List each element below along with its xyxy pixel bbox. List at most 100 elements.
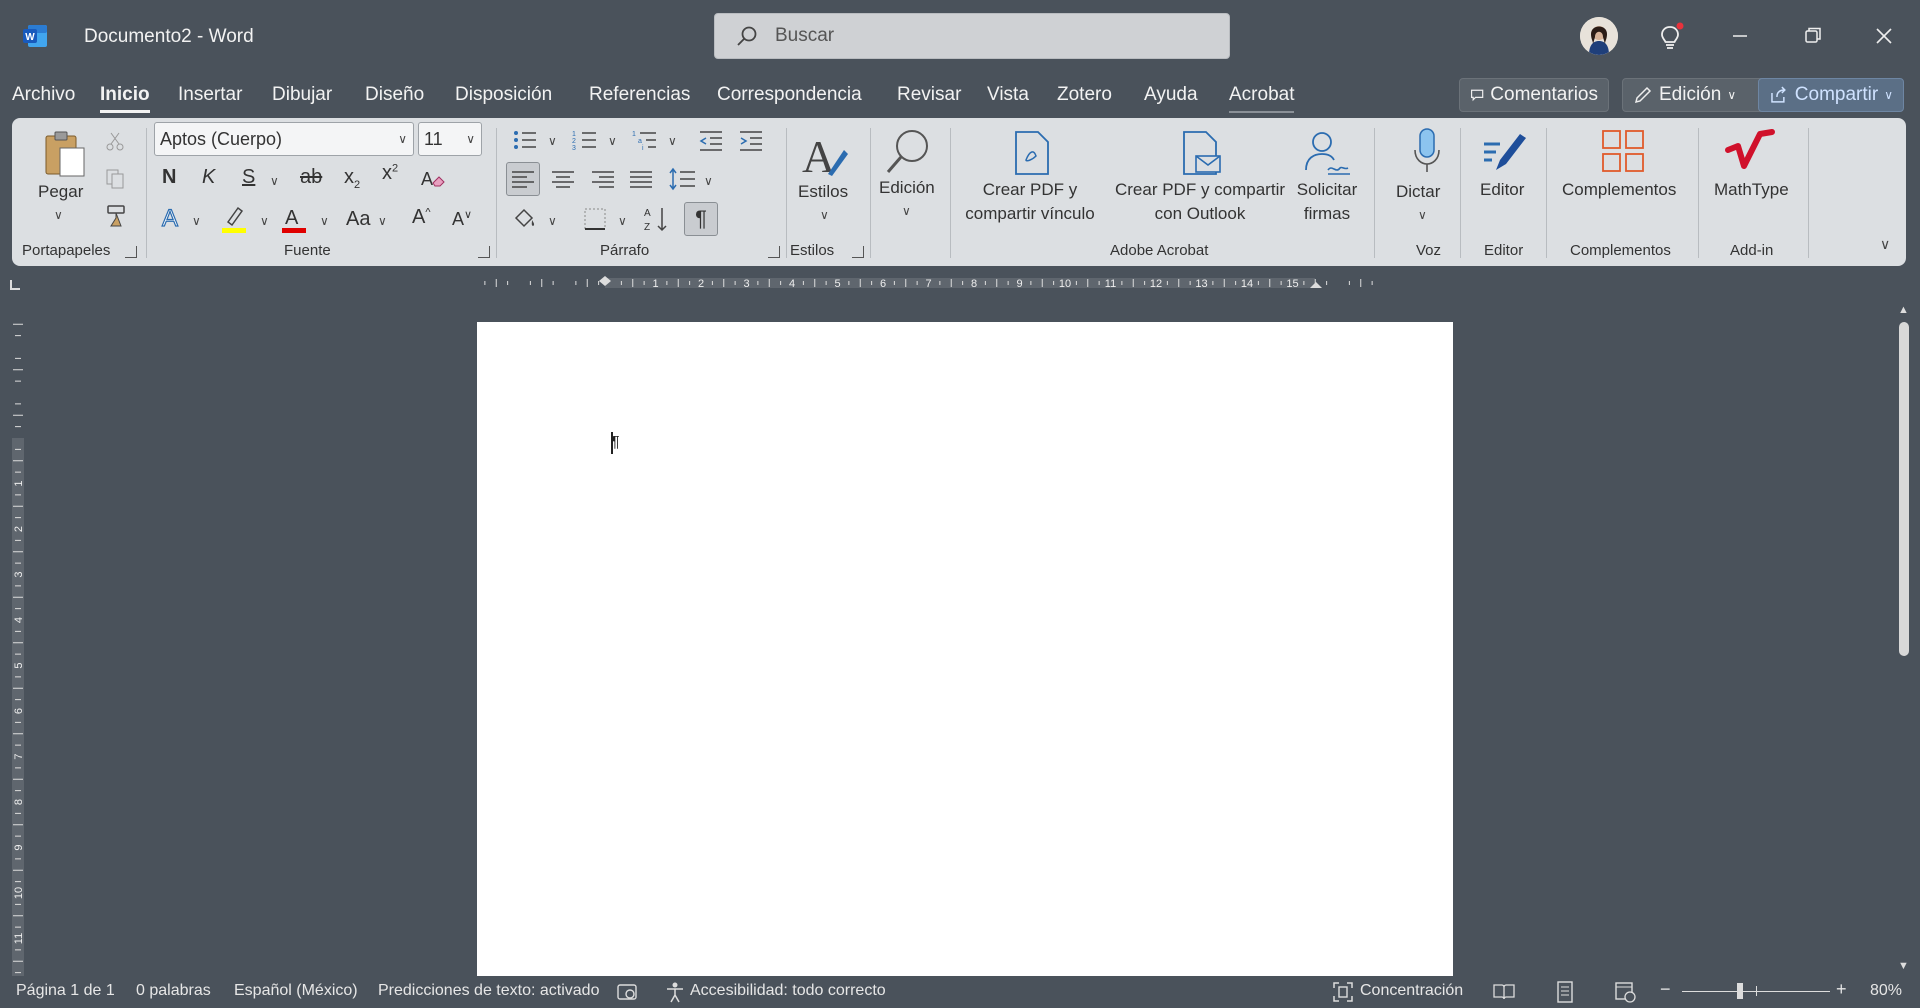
scroll-down-icon[interactable]: ▼: [1898, 960, 1909, 972]
language-status[interactable]: Español (México): [234, 982, 358, 1000]
cut-icon[interactable]: [104, 130, 126, 152]
styles-launcher-icon[interactable]: [852, 246, 864, 258]
tab-zotero[interactable]: Zotero: [1057, 84, 1112, 106]
shrink-font-icon[interactable]: A∨: [452, 208, 472, 230]
tab-vista[interactable]: Vista: [987, 84, 1029, 106]
editing-button-label[interactable]: Edición: [879, 176, 935, 200]
underline-button[interactable]: S: [242, 166, 255, 189]
styles-icon[interactable]: A: [800, 130, 850, 182]
highlight-chevron-icon[interactable]: ∨: [260, 214, 269, 228]
zoom-out-icon[interactable]: −: [1660, 979, 1671, 1000]
read-mode-icon[interactable]: [1492, 982, 1516, 1002]
bullets-icon[interactable]: [512, 128, 538, 152]
tab-insertar[interactable]: Insertar: [178, 84, 242, 106]
minimize-icon[interactable]: [1720, 18, 1760, 54]
comments-button[interactable]: Comentarios: [1459, 78, 1609, 112]
align-right-icon[interactable]: [588, 164, 618, 194]
print-layout-icon[interactable]: [1554, 981, 1576, 1003]
font-color-icon[interactable]: A: [280, 204, 308, 234]
multilevel-list-icon[interactable]: 1ai: [632, 128, 658, 152]
subscript-icon[interactable]: x2: [344, 166, 360, 191]
borders-chevron-icon[interactable]: ∨: [618, 214, 627, 228]
font-launcher-icon[interactable]: [478, 246, 490, 258]
macro-recording-icon[interactable]: [616, 982, 640, 1002]
dictate-chevron-icon[interactable]: ∨: [1418, 208, 1427, 222]
mathtype-button-label[interactable]: MathType: [1714, 178, 1789, 202]
text-predictions-status[interactable]: Predicciones de texto: activado: [378, 982, 599, 1000]
create-pdf-link-icon[interactable]: [1012, 130, 1052, 176]
highlight-icon[interactable]: [220, 204, 248, 234]
restore-icon[interactable]: [1792, 18, 1832, 54]
format-painter-icon[interactable]: [104, 204, 128, 228]
tab-diseno[interactable]: Diseño: [365, 84, 424, 106]
tab-disposicion[interactable]: Disposición: [455, 84, 552, 106]
tab-correspondencia[interactable]: Correspondencia: [717, 84, 862, 106]
paste-button-label[interactable]: Pegar: [38, 180, 83, 204]
accessibility-status[interactable]: Accesibilidad: todo correcto: [690, 982, 886, 1000]
sort-icon[interactable]: AZ: [642, 204, 672, 234]
clear-formatting-icon[interactable]: A: [420, 166, 446, 192]
dictate-button-label[interactable]: Dictar: [1396, 180, 1440, 204]
line-spacing-chevron-icon[interactable]: ∨: [704, 174, 713, 188]
mathtype-icon[interactable]: [1724, 128, 1776, 176]
microphone-icon[interactable]: [1410, 126, 1444, 176]
font-family-combo[interactable]: Aptos (Cuerpo) ∨: [154, 122, 414, 156]
collapse-ribbon-icon[interactable]: ∨: [1880, 236, 1890, 253]
bold-button[interactable]: N: [162, 166, 176, 189]
zoom-slider-thumb[interactable]: [1736, 983, 1743, 999]
close-icon[interactable]: [1864, 18, 1904, 54]
line-spacing-icon[interactable]: [668, 164, 698, 194]
zoom-slider[interactable]: [1682, 983, 1830, 999]
horizontal-ruler[interactable]: 1 2 3 4 5 6 7 8 9 10 11 12 13 14 15: [470, 276, 1450, 290]
underline-chevron-icon[interactable]: ∨: [270, 174, 279, 188]
paste-icon[interactable]: [42, 130, 88, 180]
align-center-icon[interactable]: [548, 164, 578, 194]
shading-chevron-icon[interactable]: ∨: [548, 214, 557, 228]
editor-pen-icon[interactable]: [1478, 128, 1528, 176]
tab-revisar[interactable]: Revisar: [897, 84, 961, 106]
share-button[interactable]: Compartir ∨: [1758, 78, 1904, 112]
search-input[interactable]: [775, 14, 1205, 58]
increase-indent-icon[interactable]: [738, 128, 764, 152]
align-left-button[interactable]: [506, 162, 540, 196]
tab-archivo[interactable]: Archivo: [12, 84, 75, 106]
focus-mode-icon[interactable]: [1332, 981, 1354, 1003]
text-effects-chevron-icon[interactable]: ∨: [192, 214, 201, 228]
avatar[interactable]: [1580, 17, 1618, 55]
search-box[interactable]: [714, 13, 1230, 59]
create-pdf-outlook-icon[interactable]: [1180, 130, 1224, 176]
borders-icon[interactable]: [580, 204, 610, 234]
tab-dibujar[interactable]: Dibujar: [272, 84, 332, 106]
create-pdf-outlook-label[interactable]: Crear PDF y compartir con Outlook: [1108, 178, 1292, 226]
styles-chevron-icon[interactable]: ∨: [820, 208, 829, 222]
shading-icon[interactable]: [510, 204, 540, 234]
superscript-icon[interactable]: x2: [382, 162, 398, 185]
paste-chevron-icon[interactable]: ∨: [54, 208, 63, 222]
italic-button[interactable]: K: [202, 166, 215, 189]
copy-icon[interactable]: [104, 168, 126, 190]
tab-selector-icon[interactable]: [10, 280, 20, 290]
strikethrough-icon[interactable]: ab: [300, 166, 322, 189]
text-effects-icon[interactable]: A: [160, 204, 186, 232]
request-signatures-icon[interactable]: [1302, 130, 1352, 176]
multilevel-chevron-icon[interactable]: ∨: [668, 134, 677, 148]
tab-acrobat[interactable]: Acrobat: [1229, 84, 1295, 113]
focus-mode-label[interactable]: Concentración: [1360, 982, 1463, 1000]
editor-button-label[interactable]: Editor: [1480, 178, 1524, 202]
addins-button-label[interactable]: Complementos: [1562, 178, 1676, 202]
clipboard-launcher-icon[interactable]: [125, 246, 137, 258]
styles-button-label[interactable]: Estilos: [798, 180, 848, 204]
page-count[interactable]: Página 1 de 1: [16, 982, 115, 1000]
vertical-ruler[interactable]: 1 2 3 4 5 6 7 8 9 10 11: [8, 320, 28, 980]
scroll-up-icon[interactable]: ▲: [1898, 304, 1909, 316]
decrease-indent-icon[interactable]: [698, 128, 724, 152]
scrollbar-thumb[interactable]: [1899, 322, 1909, 656]
editing-chevron-icon[interactable]: ∨: [902, 204, 911, 218]
numbering-chevron-icon[interactable]: ∨: [608, 134, 617, 148]
document-page[interactable]: ¶: [477, 322, 1453, 982]
grow-font-icon[interactable]: A^: [412, 206, 431, 229]
find-icon[interactable]: [882, 126, 934, 178]
font-size-combo[interactable]: 11 ∨: [418, 122, 482, 156]
tab-inicio[interactable]: Inicio: [100, 84, 150, 113]
zoom-in-icon[interactable]: +: [1836, 979, 1847, 1000]
